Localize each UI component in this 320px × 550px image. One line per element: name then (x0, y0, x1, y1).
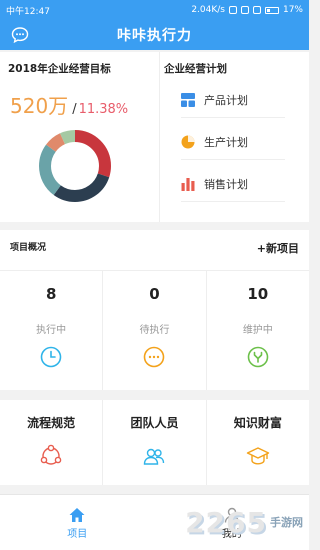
battery-level: 17% (282, 5, 303, 15)
status-time: 中午12:47 (6, 6, 50, 17)
status-right: 2.04K/s 17% (191, 5, 303, 15)
status-speed: 2.04K/s (191, 5, 225, 15)
link-label: 团队人员 (130, 416, 179, 430)
bottom-tab-bar: 项目 我的 (0, 494, 309, 550)
plan-item-label: 销售计划 (204, 177, 248, 191)
status-bar: 中午12:47 2.04K/s 17% (0, 0, 309, 20)
plan-item-label: 生产计划 (204, 135, 248, 149)
new-project-button[interactable]: +新项目 (257, 240, 299, 256)
plan-item-sales[interactable]: 销售计划 (181, 166, 285, 202)
stat-value: 0 (149, 285, 160, 303)
bar-chart-icon (181, 177, 195, 191)
process-icon (40, 444, 62, 465)
stat-pending[interactable]: 0 待执行 (103, 271, 207, 390)
clock-icon (40, 346, 62, 368)
link-label: 流程规范 (27, 416, 76, 430)
stat-value: 8 (45, 285, 57, 303)
goal-title: 2018年企业经营目标 (8, 63, 111, 75)
battery-icon (264, 6, 279, 14)
tab-label: 我的 (221, 529, 242, 540)
tab-projects[interactable]: 项目 (0, 495, 155, 550)
tab-label: 项目 (67, 529, 88, 540)
goal-values: 520万 / 11.38% (10, 90, 128, 119)
goal-donut-chart (39, 130, 111, 202)
stat-in-progress[interactable]: 8 执行中 (0, 271, 104, 390)
home-icon (69, 508, 85, 522)
goal-separator: / (72, 102, 77, 117)
chat-bubble-icon[interactable] (10, 25, 30, 45)
stat-label: 执行中 (36, 325, 67, 336)
goal-rate: 11.38% (78, 102, 129, 117)
stat-value: 10 (247, 285, 269, 303)
link-label: 知识财富 (233, 416, 282, 430)
app-title: 咔咔执行力 (117, 28, 192, 44)
project-title: 项目概况 (10, 243, 47, 253)
graduation-cap-icon (246, 447, 270, 465)
annual-goal-panel[interactable]: 2018年企业经营目标 520万 / 11.38% (0, 52, 160, 222)
top-bar: 咔咔执行力 (0, 20, 309, 50)
wifi-icon (252, 6, 261, 14)
link-team[interactable]: 团队人员 (103, 400, 207, 485)
link-process[interactable]: 流程规范 (0, 400, 104, 485)
business-plan-panel: 企业经营计划 产品计划 生产计划 销售计划 (160, 52, 309, 222)
stat-label: 维护中 (242, 325, 273, 336)
link-knowledge[interactable]: 知识财富 (207, 400, 309, 485)
plan-item-production[interactable]: 生产计划 (181, 124, 285, 160)
stat-maintenance[interactable]: 10 维护中 (207, 271, 309, 390)
stat-label: 待执行 (139, 325, 170, 336)
signal-icon (240, 6, 249, 14)
plan-item-label: 产品计划 (204, 93, 248, 107)
more-icon (144, 346, 165, 368)
tab-mine[interactable]: 我的 (155, 495, 310, 550)
project-overview: 项目概况 +新项目 8 执行中 0 待执行 10 维护中 (0, 230, 309, 390)
wrench-icon (247, 346, 269, 368)
grid-icon (181, 92, 195, 107)
project-stats: 8 执行中 0 待执行 10 维护中 (0, 270, 309, 390)
overview-card: 2018年企业经营目标 520万 / 11.38% 企业经营计划 产品计划 生产… (0, 52, 309, 222)
user-icon (224, 507, 239, 523)
alarm-icon (228, 6, 237, 14)
plan-item-product[interactable]: 产品计划 (181, 82, 285, 118)
goal-amount: 520万 (10, 94, 69, 118)
team-icon (144, 448, 165, 465)
plan-title: 企业经营计划 (164, 63, 227, 75)
pie-icon (181, 135, 195, 149)
quick-links: 流程规范 团队人员 知识财富 (0, 400, 309, 485)
